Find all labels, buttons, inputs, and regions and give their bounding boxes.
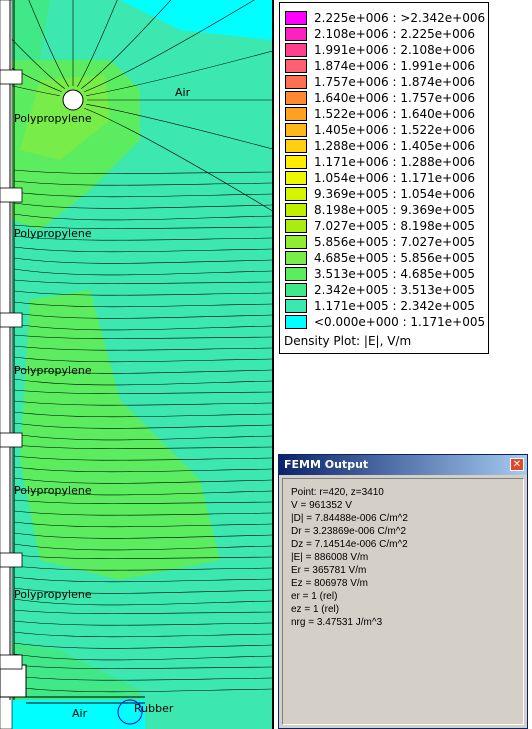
legend-range-label: 7.027e+005 : 8.198e+005 (314, 219, 476, 233)
legend-swatch (285, 43, 307, 57)
region-label-polypropylene-5: Polypropylene (14, 588, 92, 601)
region-label-polypropylene-2: Polypropylene (14, 227, 92, 240)
legend-caption: Density Plot: |E|, V/m (284, 334, 412, 348)
legend-swatch (285, 171, 307, 185)
legend-row: 3.513e+005 : 4.685e+005 (285, 266, 475, 282)
legend-swatch (285, 219, 307, 233)
legend-row: 4.685e+005 : 5.856e+005 (285, 250, 475, 266)
legend-swatch (285, 91, 307, 105)
legend-row: 1.874e+006 : 1.991e+006 (285, 58, 475, 74)
legend-swatch (285, 187, 307, 201)
region-label-air-top: Air (175, 86, 191, 99)
output-line: |D| = 7.84488e-006 C/m^2 (291, 513, 408, 524)
close-icon[interactable]: ✕ (510, 458, 524, 471)
region-label-polypropylene-4: Polypropylene (14, 484, 92, 497)
output-line: nrg = 3.47531 J/m^3 (291, 617, 383, 628)
field-plot-canvas[interactable]: Air Polypropylene Polypropylene Polyprop… (0, 0, 272, 729)
output-line: Er = 365781 V/m (291, 565, 367, 576)
region-label-polypropylene-3: Polypropylene (14, 364, 92, 377)
region-label-rubber: Rubber (134, 702, 174, 715)
legend-swatch (285, 267, 307, 281)
legend-range-label: 2.225e+006 : >2.342e+006 (314, 11, 486, 25)
output-line: V = 961352 V (291, 500, 352, 511)
legend-swatch (285, 203, 307, 217)
legend-swatch (285, 283, 307, 297)
legend-row: 2.342e+005 : 3.513e+005 (285, 282, 475, 298)
legend-row: 1.405e+006 : 1.522e+006 (285, 122, 475, 138)
legend-swatch (285, 235, 307, 249)
output-line: er = 1 (rel) (291, 591, 338, 602)
legend-range-label: 2.108e+006 : 2.225e+006 (314, 27, 476, 41)
output-line: Dz = 7.14514e-006 C/m^2 (291, 539, 408, 550)
legend-range-label: 1.405e+006 : 1.522e+006 (314, 123, 476, 137)
output-title: FEMM Output (284, 458, 369, 471)
legend-row: 1.288e+006 : 1.405e+006 (285, 138, 475, 154)
legend-row: 8.198e+005 : 9.369e+005 (285, 202, 475, 218)
legend-row: 1.054e+006 : 1.171e+006 (285, 170, 475, 186)
legend-range-label: <0.000e+000 : 1.171e+005 (314, 315, 486, 329)
legend-range-label: 1.171e+005 : 2.342e+005 (314, 299, 476, 313)
output-line: Point: r=420, z=3410 (291, 487, 384, 498)
legend-swatch (285, 155, 307, 169)
legend-row: 9.369e+005 : 1.054e+006 (285, 186, 475, 202)
legend-range-label: 1.054e+006 : 1.171e+006 (314, 171, 476, 185)
plot-border (272, 0, 274, 729)
output-line: Dr = 3.23869e-006 C/m^2 (291, 526, 407, 537)
legend-range-label: 5.856e+005 : 7.027e+005 (314, 235, 476, 249)
legend-row: 1.171e+005 : 2.342e+005 (285, 298, 475, 314)
density-legend: 2.225e+006 : >2.342e+006 2.108e+006 : 2.2… (279, 2, 489, 354)
legend-range-label: 1.288e+006 : 1.405e+006 (314, 139, 476, 153)
output-line: |E| = 886008 V/m (291, 552, 369, 563)
legend-swatch (285, 75, 307, 89)
region-label-air-bottom: Air (72, 707, 88, 720)
femm-output-window[interactable]: FEMM Output ✕ Point: r=420, z=3410 V = 96… (278, 454, 528, 729)
legend-row: <0.000e+000 : 1.171e+005 (285, 314, 485, 330)
legend-row: 1.640e+006 : 1.757e+006 (285, 90, 475, 106)
legend-range-label: 9.369e+005 : 1.054e+006 (314, 187, 476, 201)
legend-range-label: 3.513e+005 : 4.685e+005 (314, 267, 476, 281)
legend-row: 7.027e+005 : 8.198e+005 (285, 218, 475, 234)
legend-swatch (285, 11, 307, 25)
legend-row: 2.108e+006 : 2.225e+006 (285, 26, 475, 42)
output-titlebar[interactable]: FEMM Output ✕ (279, 455, 527, 475)
legend-range-label: 2.342e+005 : 3.513e+005 (314, 283, 476, 297)
legend-row: 1.757e+006 : 1.874e+006 (285, 74, 475, 90)
legend-swatch (285, 139, 307, 153)
legend-range-label: 1.640e+006 : 1.757e+006 (314, 91, 476, 105)
legend-range-label: 1.522e+006 : 1.640e+006 (314, 107, 476, 121)
legend-swatch (285, 107, 307, 121)
legend-range-label: 1.991e+006 : 2.108e+006 (314, 43, 476, 57)
legend-swatch (285, 59, 307, 73)
output-line: ez = 1 (rel) (291, 604, 340, 615)
legend-row: 2.225e+006 : >2.342e+006 (285, 10, 485, 26)
legend-row: 1.522e+006 : 1.640e+006 (285, 106, 475, 122)
region-label-polypropylene-1: Polypropylene (14, 112, 92, 125)
legend-swatch (285, 251, 307, 265)
legend-swatch (285, 299, 307, 313)
legend-range-label: 1.757e+006 : 1.874e+006 (314, 75, 476, 89)
legend-swatch (285, 27, 307, 41)
legend-range-label: 1.171e+006 : 1.288e+006 (314, 155, 476, 169)
legend-swatch (285, 315, 307, 329)
legend-row: 5.856e+005 : 7.027e+005 (285, 234, 475, 250)
output-line: Ez = 806978 V/m (291, 578, 368, 589)
legend-swatch (285, 123, 307, 137)
output-body: Point: r=420, z=3410 V = 961352 V |D| = 7.… (282, 478, 524, 725)
legend-range-label: 8.198e+005 : 9.369e+005 (314, 203, 476, 217)
legend-range-label: 4.685e+005 : 5.856e+005 (314, 251, 476, 265)
legend-row: 1.171e+006 : 1.288e+006 (285, 154, 475, 170)
legend-range-label: 1.874e+006 : 1.991e+006 (314, 59, 476, 73)
legend-row: 1.991e+006 : 2.108e+006 (285, 42, 475, 58)
